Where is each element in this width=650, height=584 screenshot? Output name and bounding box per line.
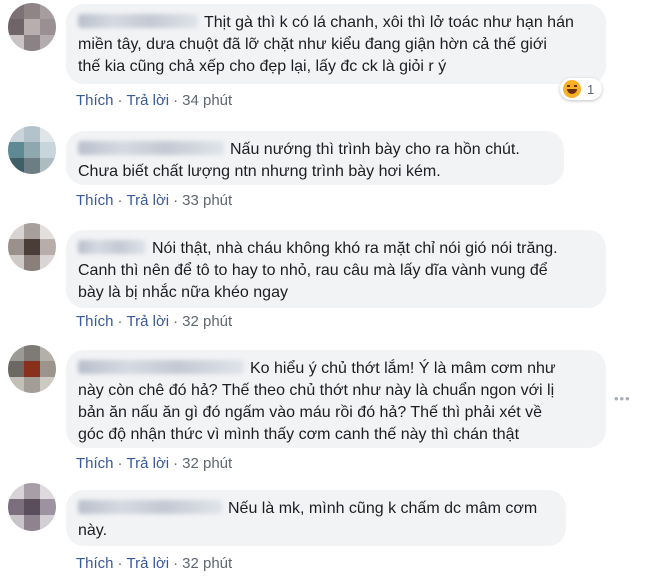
like-link[interactable]: Thích — [76, 555, 114, 572]
comment-time[interactable]: 32 phút — [182, 313, 232, 330]
separator-dot: · — [173, 555, 179, 572]
more-options-icon[interactable]: ••• — [614, 391, 631, 406]
comment-actions: Thích · Trả lời · 33 phút — [76, 192, 232, 210]
comment-actions: Thích · Trả lời · 32 phút — [76, 555, 232, 573]
comment-time[interactable]: 32 phút — [182, 455, 232, 472]
comment-text-line: bày là bị nhắc nữa khéo ngay — [78, 284, 288, 301]
avatar[interactable] — [8, 3, 56, 51]
comment-bubble: Nấu nướng thì trình bày cho ra hồn chút.… — [66, 131, 564, 185]
like-link[interactable]: Thích — [76, 192, 114, 209]
reply-link[interactable]: Trả lời — [127, 192, 170, 209]
comment-time[interactable]: 34 phút — [182, 92, 232, 109]
comment-bubble: Thịt gà thì k có lá chanh, xôi thì lở to… — [66, 4, 606, 84]
reply-link[interactable]: Trả lời — [127, 555, 170, 572]
comment-actions: Thích · Trả lời · 34 phút — [76, 92, 232, 110]
avatar[interactable] — [8, 223, 56, 271]
avatar[interactable] — [8, 345, 56, 393]
comment-actions: Thích · Trả lời · 32 phút — [76, 455, 232, 473]
comment-text-line: Nói thật, nhà cháu không khó ra mặt chỉ … — [152, 240, 558, 257]
like-link[interactable]: Thích — [76, 313, 114, 330]
separator-dot: · — [173, 192, 179, 209]
separator-dot: · — [117, 192, 123, 209]
comment-text-line: Canh thì nên để tô to hay to nhỏ, rau câ… — [78, 262, 548, 279]
blurred-author-name[interactable] — [78, 240, 146, 254]
comment-text-line: thế kia cũng chả xếp cho đẹp lại, lấy đc… — [78, 58, 447, 75]
avatar[interactable] — [8, 483, 56, 531]
blurred-author-name[interactable] — [78, 14, 198, 28]
comment-bubble: Nói thật, nhà cháu không khó ra mặt chỉ … — [66, 230, 606, 308]
separator-dot: · — [117, 455, 123, 472]
haha-emoji-icon — [563, 80, 581, 98]
comment-text-line: này còn chê đó hả? Thế theo chủ thớt như… — [78, 382, 555, 399]
like-link[interactable]: Thích — [76, 455, 114, 472]
reaction-badge[interactable]: 1 — [560, 78, 603, 100]
comment-bubble: Nếu là mk, mình cũng k chấm dc mâm cơm n… — [66, 490, 566, 546]
separator-dot: · — [173, 92, 179, 109]
comment-text-line: Thịt gà thì k có lá chanh, xôi thì lở to… — [204, 14, 574, 31]
comment-time[interactable]: 32 phút — [182, 555, 232, 572]
like-link[interactable]: Thích — [76, 92, 114, 109]
separator-dot: · — [117, 92, 123, 109]
comment-text-line: Ko hiểu ý chủ thớt lắm! Ý là mâm cơm như — [250, 360, 556, 377]
avatar[interactable] — [8, 126, 56, 174]
comment-text-line: Nấu nướng thì trình bày cho ra hồn chút. — [230, 141, 520, 158]
blurred-author-name[interactable] — [78, 141, 224, 155]
comment-text-line: góc độ nhận thức vì mình thấy cơm canh t… — [78, 426, 520, 443]
comment-actions: Thích · Trả lời · 32 phút — [76, 313, 232, 331]
comment-text-line: Chưa biết chất lượng ntn nhưng trình bày… — [78, 163, 441, 180]
separator-dot: · — [117, 313, 123, 330]
comment-time[interactable]: 33 phút — [182, 192, 232, 209]
separator-dot: · — [117, 555, 123, 572]
blurred-author-name[interactable] — [78, 500, 222, 514]
reply-link[interactable]: Trả lời — [127, 455, 170, 472]
reply-link[interactable]: Trả lời — [127, 313, 170, 330]
reaction-count: 1 — [587, 81, 595, 97]
comment-text-line: miền tây, dưa chuột đã lỡ chặt như kiểu … — [78, 36, 547, 53]
blurred-author-name[interactable] — [78, 360, 244, 374]
reply-link[interactable]: Trả lời — [127, 92, 170, 109]
separator-dot: · — [173, 455, 179, 472]
separator-dot: · — [173, 313, 179, 330]
comment-text-line: Nếu là mk, mình cũng k chấm dc mâm cơm — [228, 500, 538, 517]
comment-bubble: Ko hiểu ý chủ thớt lắm! Ý là mâm cơm như… — [66, 350, 606, 448]
comment-text-line: này. — [78, 522, 108, 539]
comment-text-line: bản ăn nấu ăn gì đó ngấm vào máu rồi đó … — [78, 404, 543, 421]
